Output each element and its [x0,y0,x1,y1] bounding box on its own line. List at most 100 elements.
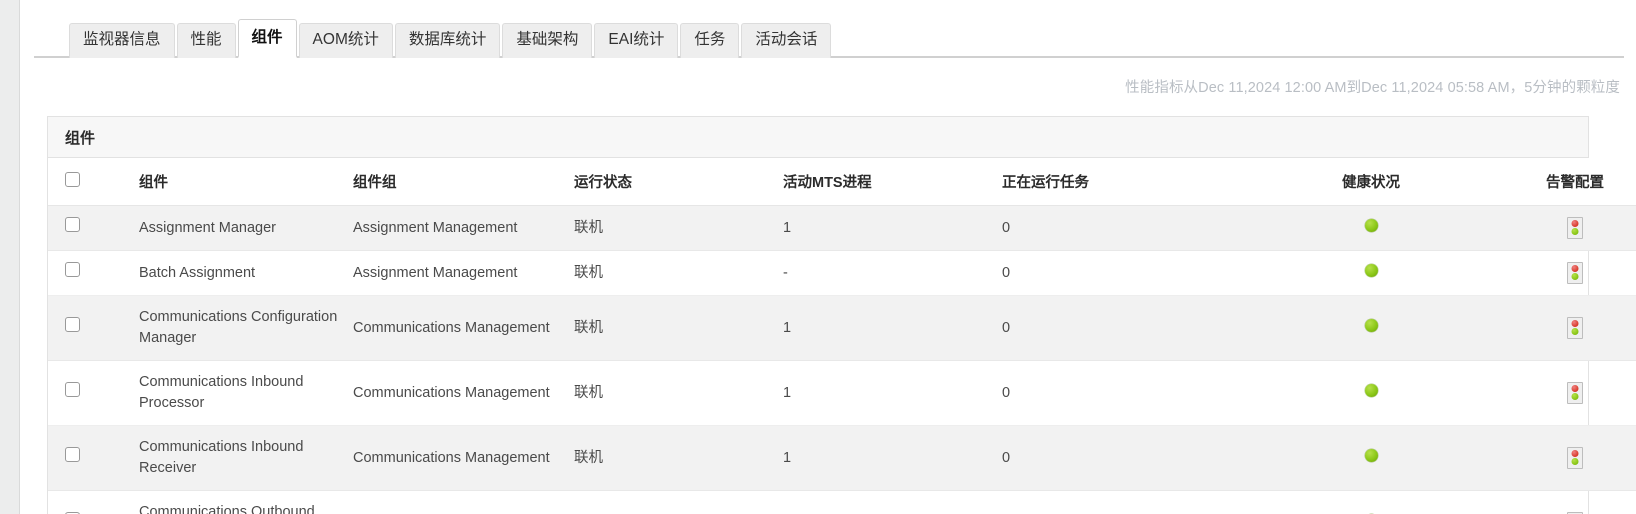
cell-group: Assignment Management [350,250,571,297]
traffic-light-icon[interactable] [1567,217,1583,239]
cell-component: Assignment Manager [123,205,350,252]
cell-active-mts: 0 [780,490,999,514]
tab-2[interactable]: 组件 [237,19,297,58]
traffic-light-red [1571,265,1579,273]
performance-range-note: 性能指标从Dec 11,2024 12:00 AM到Dec 11,2024 05… [1125,80,1620,96]
tab-bar: 监视器信息 性能 组件 AOM统计 数据库统计 基础架构 EAI统计 任务 活动会话 [34,18,1624,58]
tab-0[interactable]: 监视器信息 [69,23,175,58]
cell-group: Communications Management [350,295,571,362]
tab-8[interactable]: 活动会话 [741,23,832,58]
column-header-alarm[interactable]: 告警配置 [1475,158,1636,206]
tab-7[interactable]: 任务 [680,23,740,58]
traffic-light-green [1571,393,1579,401]
tab-4[interactable]: 数据库统计 [394,23,501,58]
cell-run-state: 联机 [571,360,780,427]
table-row[interactable]: Communications Inbound Processor Communic… [48,360,1636,427]
traffic-light-icon[interactable] [1567,262,1583,285]
traffic-light-green [1571,228,1579,235]
cell-run-state: Shutdown [571,490,780,514]
cell-group: Communications Management [350,360,571,427]
row-select-cell [48,205,123,252]
cell-group: Communications Management [350,425,571,492]
cell-alarm [1475,490,1636,514]
traffic-light-green [1571,273,1579,281]
table-header: 组件 组件组 运行状态 活动MTS进程 正在运行任务 健康状况 告警配置 [48,158,1636,206]
table-body: Assignment Manager Assignment Management 联… [48,205,1636,514]
traffic-light-red [1571,320,1579,328]
tab-3[interactable]: AOM统计 [298,23,393,58]
cell-component: Communications Outbound Manager [123,490,350,514]
table-row[interactable]: Batch Assignment Assignment Management 联机 -… [48,250,1636,297]
traffic-light-icon[interactable] [1567,317,1583,340]
card-title: 组件 [48,117,1588,158]
tab-1[interactable]: 性能 [176,23,236,58]
cell-running-tasks: 0 [999,490,1273,514]
cell-group: Assignment Management [350,205,571,252]
cell-running-tasks: 0 [999,425,1273,492]
traffic-light-green [1571,328,1579,336]
cell-active-mts: - [780,250,999,297]
row-select-cell [48,295,123,362]
cell-running-tasks: 0 [999,295,1273,362]
column-header-group[interactable]: 组件组 [350,158,571,206]
tab-6[interactable]: EAI统计 [594,23,679,58]
cell-running-tasks: 0 [999,360,1273,427]
select-all-checkbox[interactable] [65,172,80,187]
cell-component: Communications Configuration Manager [123,295,350,362]
cell-alarm [1475,425,1636,492]
health-ok-icon [1364,383,1378,397]
traffic-light-red [1571,450,1579,458]
column-header-select [48,158,123,206]
cell-health [1273,295,1475,362]
row-select-cell [48,250,123,297]
column-header-run-state[interactable]: 运行状态 [571,158,780,206]
cell-active-mts: 1 [780,360,999,427]
health-ok-icon [1364,218,1378,232]
cell-active-mts: 1 [780,295,999,362]
table-row[interactable]: Assignment Manager Assignment Management 联… [48,205,1636,252]
row-select-cell [48,425,123,492]
components-card: 组件 组件 组件组 运行状态 活动MTS进程 正在运行任务 健康状况 告警配置 [47,116,1636,514]
cell-run-state: 联机 [571,205,780,252]
cell-component: Communications Inbound Processor [123,360,350,427]
health-ok-icon [1364,263,1378,277]
health-ok-icon [1364,448,1378,462]
traffic-light-icon[interactable] [1567,447,1583,470]
row-checkbox[interactable] [65,317,80,333]
traffic-light-icon[interactable] [1567,382,1583,405]
cell-active-mts: 1 [780,205,999,252]
column-header-running-tasks[interactable]: 正在运行任务 [999,158,1273,206]
cell-active-mts: 1 [780,425,999,492]
page-content: 监视器信息 性能 组件 AOM统计 数据库统计 基础架构 EAI统计 任务 活动会话 性能指标从… [21,0,1636,514]
cell-alarm [1475,250,1636,297]
row-checkbox[interactable] [65,382,80,398]
cell-running-tasks: 0 [999,205,1273,252]
table-row[interactable]: Communications Outbound ManagerCommunica… [48,490,1636,514]
cell-health [1273,425,1475,492]
cell-alarm [1475,205,1636,252]
table-row[interactable]: Communications Inbound Receiver Communica… [48,425,1636,492]
traffic-light-red [1571,220,1579,227]
cell-group: Communications Management [350,490,571,514]
table-header-row: 组件 组件组 运行状态 活动MTS进程 正在运行任务 健康状况 告警配置 [48,158,1636,206]
cell-component: Communications Inbound Receiver [123,425,350,492]
column-header-component[interactable]: 组件 [123,158,350,206]
table-row[interactable]: Communications Configuration Manager Comm… [48,295,1636,362]
row-checkbox[interactable] [65,262,80,278]
cell-health [1273,360,1475,427]
cell-run-state: 联机 [571,295,780,362]
column-header-health[interactable]: 健康状况 [1273,158,1475,206]
traffic-light-red [1571,385,1579,393]
cell-health [1273,490,1475,514]
cell-component: Batch Assignment [123,250,350,297]
row-checkbox[interactable] [65,217,80,232]
column-header-active-mts[interactable]: 活动MTS进程 [780,158,999,206]
left-gutter [0,0,20,514]
row-checkbox[interactable] [65,447,80,463]
cell-running-tasks: 0 [999,250,1273,297]
row-select-cell [48,360,123,427]
cell-health [1273,205,1475,252]
cell-run-state: 联机 [571,250,780,297]
cell-health [1273,250,1475,297]
tab-5[interactable]: 基础架构 [502,23,593,58]
